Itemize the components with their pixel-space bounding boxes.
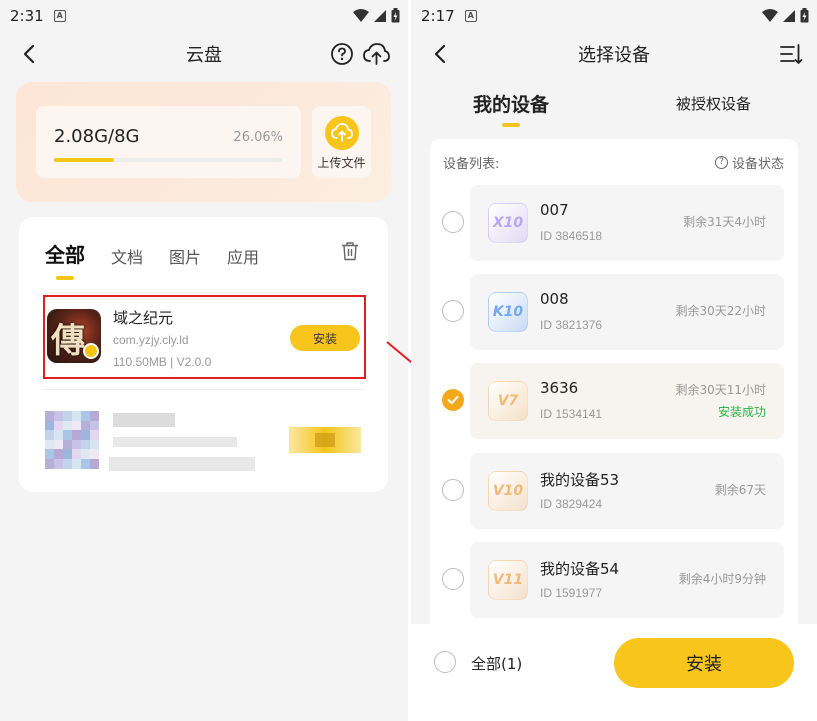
upload-file-button[interactable]: 上传文件 xyxy=(312,106,371,178)
select-all-radio[interactable] xyxy=(434,651,456,673)
back-arrow-icon[interactable] xyxy=(18,42,42,66)
tab-all[interactable]: 全部 xyxy=(45,239,85,268)
device-name: 3636 xyxy=(540,379,579,397)
nav-bar: 云盘 xyxy=(0,32,408,76)
file-type-tabs: 全部 文档 图片 应用 xyxy=(45,239,285,268)
battery-icon xyxy=(391,8,400,23)
system-icons xyxy=(353,8,400,23)
blurred-file-row xyxy=(43,407,366,477)
device-radio-checked[interactable] xyxy=(442,389,464,411)
device-card[interactable]: K10 008 ID 3821376 剩余30天22小时 xyxy=(470,274,784,350)
device-model-badge: K10 xyxy=(488,292,528,332)
device-remaining-time: 剩余31天4小时 xyxy=(683,215,766,229)
nav-bar: 选择设备 xyxy=(411,32,817,76)
storage-progress-bar xyxy=(54,158,283,162)
files-card: 全部 文档 图片 应用 傳 域之纪元 com.yzjy.cly.ld 110.5… xyxy=(19,217,388,492)
device-status-label: 设备状态 xyxy=(731,157,784,172)
bottom-action-bar: 全部(1) 安装 xyxy=(411,624,817,721)
status-time: 2:31 xyxy=(10,7,44,25)
divider xyxy=(43,389,364,390)
cloud-upload-icon[interactable] xyxy=(362,42,390,66)
trash-icon[interactable] xyxy=(340,241,360,261)
device-radio[interactable] xyxy=(442,568,464,590)
storage-used-text: 2.08G/8G xyxy=(54,126,140,147)
back-arrow-icon[interactable] xyxy=(429,42,453,66)
help-icon[interactable] xyxy=(330,42,354,66)
cloud-drive-screen: 2:31 A 云盘 2.08G/8G 26.06% 上传文件 全部 文档 图片 … xyxy=(0,0,408,721)
install-button[interactable]: 安装 xyxy=(614,638,794,688)
device-model-badge: V11 xyxy=(488,560,528,600)
device-model-badge: V7 xyxy=(488,381,528,421)
notification-icon: A xyxy=(464,10,477,22)
select-device-screen: 2:17 A 选择设备 我的设备 被授权设备 设备列表: ? 设备状态 X10 … xyxy=(411,0,817,721)
app-package: com.yzjy.cly.ld xyxy=(113,333,189,347)
device-status-link[interactable]: ? 设备状态 xyxy=(714,153,784,172)
page-title: 选择设备 xyxy=(578,45,650,66)
tab-authorized-devices[interactable]: 被授权设备 xyxy=(676,93,751,114)
sort-list-icon[interactable] xyxy=(779,42,803,66)
signal-icon xyxy=(374,9,386,22)
storage-percent: 26.06% xyxy=(233,130,283,145)
tab-apps[interactable]: 应用 xyxy=(227,244,259,268)
device-list-panel: 设备列表: ? 设备状态 X10 007 ID 3846518 剩余31天4小时… xyxy=(430,139,798,629)
blurred-button xyxy=(289,427,361,453)
device-card[interactable]: X10 007 ID 3846518 剩余31天4小时 xyxy=(470,185,784,261)
game-app-icon: 傳 xyxy=(47,309,101,363)
upload-file-label: 上传文件 xyxy=(317,156,366,170)
device-name: 我的设备54 xyxy=(540,560,620,578)
device-remaining-time: 剩余30天22小时 xyxy=(675,304,766,318)
device-tabs: 我的设备 被授权设备 xyxy=(411,76,817,130)
device-radio[interactable] xyxy=(442,300,464,322)
device-model-badge: V10 xyxy=(488,471,528,511)
device-name: 007 xyxy=(540,201,569,219)
status-bar: 2:17 A xyxy=(411,0,817,32)
checkmark-icon xyxy=(447,395,459,405)
wifi-icon xyxy=(762,8,778,22)
storage-progress-fill xyxy=(54,158,114,162)
device-card[interactable]: V11 我的设备54 ID 1591977 剩余4小时9分钟 xyxy=(470,542,784,618)
battery-icon xyxy=(800,8,809,23)
app-file-row-highlighted[interactable]: 傳 域之纪元 com.yzjy.cly.ld 110.50MB | V2.0.0… xyxy=(43,295,366,379)
notification-icon: A xyxy=(53,10,66,22)
app-name: 域之纪元 xyxy=(113,309,174,327)
device-name: 我的设备53 xyxy=(540,471,620,489)
wifi-icon xyxy=(353,8,369,22)
signal-icon xyxy=(783,9,795,22)
device-model-badge: X10 xyxy=(488,203,528,243)
device-id: ID 3821376 xyxy=(540,318,603,332)
blurred-app-icon xyxy=(45,411,99,469)
device-id: ID 1534141 xyxy=(540,407,603,421)
question-icon: ? xyxy=(714,156,728,169)
device-radio[interactable] xyxy=(442,479,464,501)
blurred-text xyxy=(113,437,237,447)
tab-documents[interactable]: 文档 xyxy=(111,244,143,268)
device-remaining-time: 剩余67天 xyxy=(714,483,766,497)
device-remaining-time: 剩余30天11小时 xyxy=(675,383,766,397)
select-all-label[interactable]: 全部(1) xyxy=(471,653,522,674)
tab-my-devices[interactable]: 我的设备 xyxy=(473,90,549,117)
storage-usage-box: 2.08G/8G 26.06% xyxy=(36,106,301,178)
device-remaining-time: 剩余4小时9分钟 xyxy=(678,572,766,586)
device-card[interactable]: V7 3636 ID 1534141 剩余30天11小时 安装成功 xyxy=(470,363,784,439)
install-success-label: 安装成功 xyxy=(717,405,766,419)
device-radio[interactable] xyxy=(442,211,464,233)
page-title: 云盘 xyxy=(186,45,222,66)
system-icons xyxy=(762,8,809,23)
device-list-label: 设备列表: xyxy=(443,157,500,172)
blurred-text xyxy=(113,413,175,427)
upload-icon xyxy=(324,116,359,150)
status-time: 2:17 xyxy=(421,7,455,25)
storage-card: 2.08G/8G 26.06% 上传文件 xyxy=(16,82,391,202)
device-id: ID 3846518 xyxy=(540,229,603,243)
status-bar: 2:31 A xyxy=(0,0,408,32)
device-name: 008 xyxy=(540,290,569,308)
device-id: ID 1591977 xyxy=(540,586,603,600)
blurred-text xyxy=(109,457,255,471)
device-id: ID 3829424 xyxy=(540,497,603,511)
install-button[interactable]: 安装 xyxy=(290,325,360,351)
device-card[interactable]: V10 我的设备53 ID 3829424 剩余67天 xyxy=(470,453,784,529)
tab-images[interactable]: 图片 xyxy=(169,244,201,268)
app-size-version: 110.50MB | V2.0.0 xyxy=(113,355,212,369)
